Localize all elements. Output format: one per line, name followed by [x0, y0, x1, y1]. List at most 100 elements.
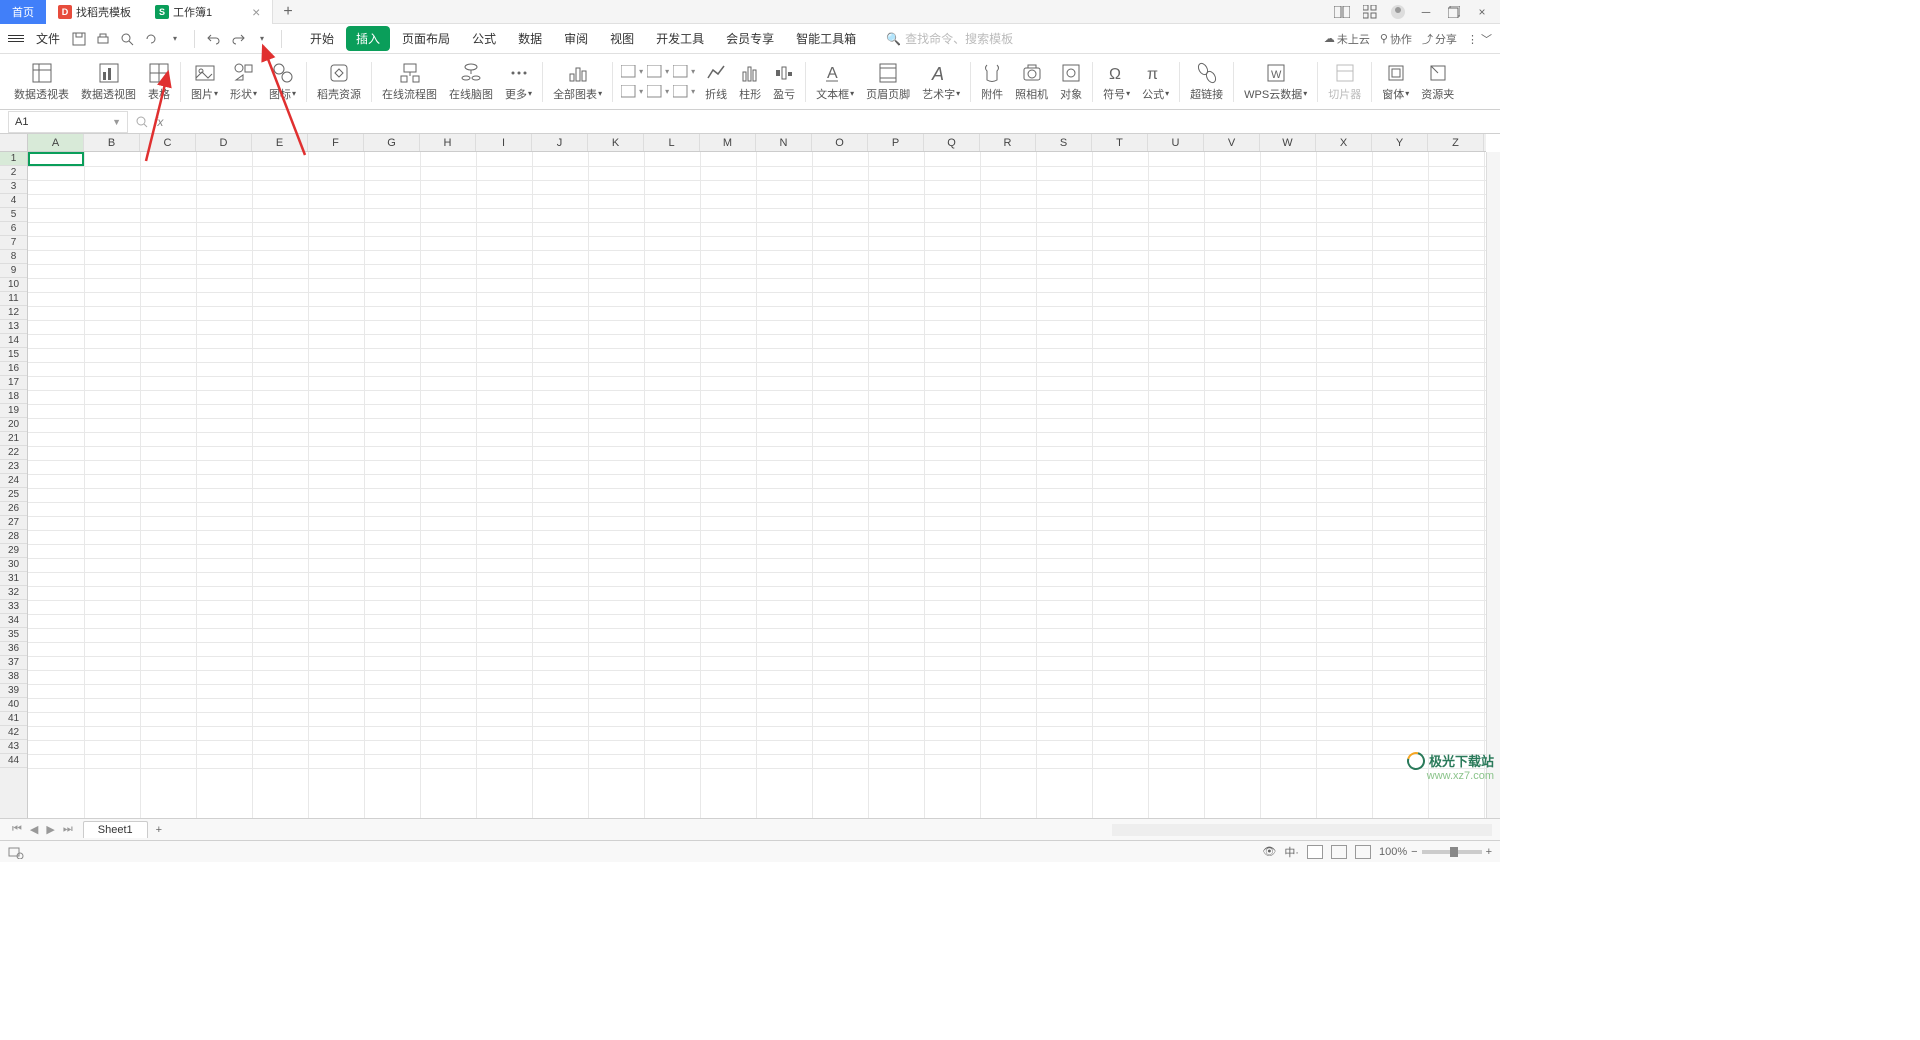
ribbon-文本框[interactable]: A文本框▾: [810, 56, 860, 108]
ribbon-图标[interactable]: 图标▾: [263, 56, 302, 108]
refresh-icon[interactable]: [140, 28, 162, 50]
tab-home[interactable]: 首页: [0, 0, 46, 24]
row-header-43[interactable]: 43: [0, 740, 27, 754]
row-header-30[interactable]: 30: [0, 558, 27, 572]
row-header-20[interactable]: 20: [0, 418, 27, 432]
preview-icon[interactable]: [116, 28, 138, 50]
row-header-6[interactable]: 6: [0, 222, 27, 236]
col-header-F[interactable]: F: [308, 134, 364, 151]
mini-chart-2[interactable]: ▾: [673, 63, 695, 81]
ribbon-公式[interactable]: π公式▾: [1136, 56, 1175, 108]
row-header-1[interactable]: 1: [0, 152, 27, 166]
add-tab-button[interactable]: +: [273, 3, 302, 21]
row-header-5[interactable]: 5: [0, 208, 27, 222]
row-header-32[interactable]: 32: [0, 586, 27, 600]
tab-workbook[interactable]: S 工作簿1 ×: [143, 0, 273, 24]
col-header-W[interactable]: W: [1260, 134, 1316, 151]
zoom-out[interactable]: −: [1411, 846, 1417, 858]
ribbon-数据透视图[interactable]: 数据透视图: [75, 56, 142, 108]
row-header-26[interactable]: 26: [0, 502, 27, 516]
row-header-23[interactable]: 23: [0, 460, 27, 474]
sheet-nav-prev[interactable]: ◀: [26, 823, 42, 836]
row-header-3[interactable]: 3: [0, 180, 27, 194]
redo-dropdown[interactable]: ▾: [251, 28, 273, 50]
row-header-12[interactable]: 12: [0, 306, 27, 320]
col-header-L[interactable]: L: [644, 134, 700, 151]
row-header-38[interactable]: 38: [0, 670, 27, 684]
name-box[interactable]: A1 ▼: [8, 111, 128, 133]
col-header-J[interactable]: J: [532, 134, 588, 151]
col-header-O[interactable]: O: [812, 134, 868, 151]
row-header-34[interactable]: 34: [0, 614, 27, 628]
ribbon-图片[interactable]: 图片▾: [185, 56, 224, 108]
ribbon-艺术字[interactable]: A艺术字▾: [916, 56, 966, 108]
row-header-42[interactable]: 42: [0, 726, 27, 740]
sheet-tab[interactable]: Sheet1: [83, 821, 148, 838]
tab-templates[interactable]: D 找稻壳模板: [46, 0, 143, 24]
ribbon-tab-2[interactable]: 页面布局: [392, 26, 460, 51]
row-header-18[interactable]: 18: [0, 390, 27, 404]
ribbon-全部图表[interactable]: 全部图表▾: [547, 56, 608, 108]
zoom-in[interactable]: +: [1486, 846, 1492, 858]
col-header-Y[interactable]: Y: [1372, 134, 1428, 151]
horizontal-scrollbar[interactable]: [1112, 824, 1492, 836]
row-header-7[interactable]: 7: [0, 236, 27, 250]
qat-dropdown[interactable]: ▾: [164, 28, 186, 50]
col-header-H[interactable]: H: [420, 134, 476, 151]
ribbon-对象[interactable]: 对象: [1054, 56, 1088, 108]
mini-chart-3[interactable]: ▾: [621, 83, 643, 101]
collab-button[interactable]: ⚲ 协作: [1380, 31, 1412, 47]
row-header-2[interactable]: 2: [0, 166, 27, 180]
ribbon-窗体[interactable]: 窗体▾: [1376, 56, 1415, 108]
ribbon-附件[interactable]: 附件: [975, 56, 1009, 108]
row-header-41[interactable]: 41: [0, 712, 27, 726]
row-header-9[interactable]: 9: [0, 264, 27, 278]
col-header-P[interactable]: P: [868, 134, 924, 151]
row-header-25[interactable]: 25: [0, 488, 27, 502]
select-all-corner[interactable]: [0, 134, 28, 152]
ribbon-WPS云数据[interactable]: WWPS云数据▾: [1238, 56, 1313, 108]
cancel-formula-icon[interactable]: [136, 116, 148, 128]
row-header-19[interactable]: 19: [0, 404, 27, 418]
ribbon-tab-5[interactable]: 审阅: [554, 26, 598, 51]
grid[interactable]: [28, 152, 1486, 818]
more-menu[interactable]: ⋮ ﹀: [1467, 31, 1492, 47]
row-header-13[interactable]: 13: [0, 320, 27, 334]
col-header-E[interactable]: E: [252, 134, 308, 151]
ribbon-资源夹[interactable]: 资源夹: [1415, 56, 1460, 108]
sheet-nav-first[interactable]: ⏮: [8, 823, 26, 836]
ribbon-形状[interactable]: 形状▾: [224, 56, 263, 108]
share-button[interactable]: ⤴ 分享: [1422, 31, 1457, 47]
sheet-nav-next[interactable]: ▶: [42, 823, 58, 836]
lang-icon[interactable]: 中·: [1284, 844, 1299, 860]
col-header-I[interactable]: I: [476, 134, 532, 151]
undo-icon[interactable]: [203, 28, 225, 50]
ribbon-表格[interactable]: 表格: [142, 56, 176, 108]
mini-chart-5[interactable]: ▾: [673, 83, 695, 101]
fx-icon[interactable]: fx: [154, 115, 163, 129]
ribbon-超链接[interactable]: 超链接: [1184, 56, 1229, 108]
mini-chart-1[interactable]: ▾: [647, 63, 669, 81]
row-header-31[interactable]: 31: [0, 572, 27, 586]
row-header-24[interactable]: 24: [0, 474, 27, 488]
row-header-15[interactable]: 15: [0, 348, 27, 362]
col-header-X[interactable]: X: [1316, 134, 1372, 151]
row-header-40[interactable]: 40: [0, 698, 27, 712]
row-header-33[interactable]: 33: [0, 600, 27, 614]
chevron-down-icon[interactable]: ▼: [112, 117, 121, 127]
print-icon[interactable]: [92, 28, 114, 50]
apps-icon[interactable]: [1360, 2, 1380, 22]
cloud-status[interactable]: ☁ 未上云: [1324, 31, 1370, 47]
ribbon-tab-1[interactable]: 插入: [346, 26, 390, 51]
col-header-A[interactable]: A: [28, 134, 84, 151]
formula-input[interactable]: [167, 111, 1500, 133]
ribbon-符号[interactable]: Ω符号▾: [1097, 56, 1136, 108]
row-header-14[interactable]: 14: [0, 334, 27, 348]
col-header-S[interactable]: S: [1036, 134, 1092, 151]
ribbon-tab-9[interactable]: 智能工具箱: [786, 26, 866, 51]
ribbon-页眉页脚[interactable]: 页眉页脚: [860, 56, 916, 108]
mini-chart-4[interactable]: ▾: [647, 83, 669, 101]
col-header-Z[interactable]: Z: [1428, 134, 1484, 151]
row-header-37[interactable]: 37: [0, 656, 27, 670]
ribbon-更多[interactable]: 更多▾: [499, 56, 538, 108]
